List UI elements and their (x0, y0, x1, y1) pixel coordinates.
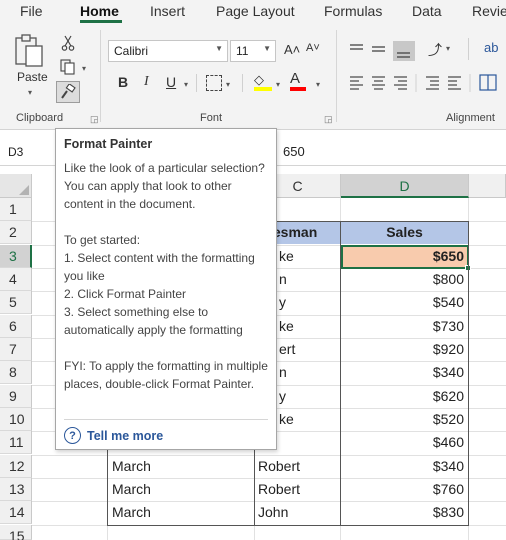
borders-dropdown-icon[interactable]: ▾ (226, 80, 230, 89)
help-icon: ? (64, 427, 81, 444)
tooltip-step-1: 1. Select content with the formatting yo… (64, 251, 255, 283)
name-box[interactable]: D3 (0, 140, 60, 166)
column-header-e[interactable] (469, 174, 506, 198)
row-header-9[interactable]: 9 (0, 385, 32, 408)
fill-dropdown-icon[interactable]: ▾ (276, 80, 280, 89)
row-header-6[interactable]: 6 (0, 315, 32, 338)
row-header-14[interactable]: 14 (0, 501, 32, 524)
row-header-12[interactable]: 12 (0, 455, 32, 478)
tab-page-layout[interactable]: Page Layout (216, 3, 295, 19)
wrap-text-icon[interactable]: ab (484, 40, 498, 55)
select-all-button[interactable] (0, 174, 32, 198)
paste-dropdown-icon[interactable]: ▾ (28, 88, 32, 97)
chevron-down-icon: ▼ (263, 44, 271, 53)
bold-button[interactable]: B (118, 74, 128, 90)
paste-label: Paste (17, 70, 48, 84)
alignment-group-label: Alignment (446, 112, 495, 124)
copy-icon (60, 59, 75, 75)
horizontal-align-buttons (348, 72, 506, 94)
font-color-swatch (290, 87, 306, 91)
font-color-dropdown-icon[interactable]: ▾ (316, 80, 320, 89)
fill-color-button[interactable]: ◇ (254, 72, 272, 92)
font-color-button[interactable]: A (290, 70, 306, 92)
vertical-align-buttons (348, 38, 418, 62)
row-header-3[interactable]: 3 (0, 245, 32, 268)
group-divider (100, 30, 101, 122)
italic-button[interactable]: I (144, 74, 149, 90)
tab-data[interactable]: Data (412, 3, 442, 19)
divider (242, 74, 243, 92)
ribbon-tabs: File Home Insert Page Layout Formulas Da… (0, 0, 506, 24)
font-launcher-icon[interactable]: ◲ (324, 114, 333, 125)
select-all-icon (19, 185, 29, 195)
cut-button[interactable] (58, 34, 78, 52)
table-inner-border (340, 221, 341, 526)
row-header-7[interactable]: 7 (0, 338, 32, 361)
underline-button[interactable]: U (166, 74, 176, 90)
grow-font-button[interactable]: A˄ (284, 42, 300, 57)
font-size-select[interactable]: 11 ▼ (230, 40, 276, 62)
paste-icon (15, 34, 43, 67)
row-header-1[interactable]: 1 (0, 198, 32, 221)
copy-dropdown-icon[interactable]: ▾ (82, 64, 86, 73)
tab-formulas[interactable]: Formulas (324, 3, 382, 19)
chevron-down-icon: ▼ (215, 44, 223, 53)
tooltip-intro: Like the look of a particular selection?… (64, 161, 265, 211)
row-header-5[interactable]: 5 (0, 291, 32, 314)
orientation-button[interactable]: ⤴ (428, 40, 442, 60)
active-tab-indicator (80, 20, 122, 23)
divider (468, 38, 469, 60)
fill-color-swatch (254, 87, 272, 91)
format-painter-button[interactable] (56, 81, 80, 103)
tab-home[interactable]: Home (80, 3, 119, 19)
font-size-value: 11 (236, 44, 249, 58)
scissors-icon (61, 35, 75, 51)
tooltip-step-2: 2. Click Format Painter (64, 287, 187, 301)
paint-bucket-icon: ◇ (254, 72, 264, 87)
shrink-font-button[interactable]: A˅ (306, 42, 320, 54)
row-header-15[interactable]: 15 (0, 525, 32, 540)
clipboard-group-label: Clipboard (16, 112, 64, 124)
row-header-13[interactable]: 13 (0, 478, 32, 501)
row-header-2[interactable]: 2 (0, 221, 32, 244)
font-group-label: Font (200, 112, 223, 124)
tooltip-step-3: 3. Select something else to automaticall… (64, 305, 243, 337)
orientation-dropdown-icon[interactable]: ▾ (446, 44, 450, 53)
tooltip-title: Format Painter (64, 137, 153, 151)
underline-dropdown-icon[interactable]: ▾ (184, 80, 188, 89)
tell-me-more-label: Tell me more (87, 428, 164, 443)
align-top-middle-bottom-icon (350, 41, 415, 61)
column-header-d[interactable]: D (341, 174, 469, 198)
ribbon: Paste ▾ ▾ Clipboard ◲ Calibri ▼ 11 ▼ A˄ … (0, 24, 506, 130)
align-left-center-right-icon (350, 74, 497, 92)
row-header-10[interactable]: 10 (0, 408, 32, 431)
font-color-icon: A (290, 70, 301, 87)
row-header-8[interactable]: 8 (0, 361, 32, 384)
formula-input[interactable]: 650 (283, 144, 305, 159)
tooltip-divider (64, 419, 268, 420)
group-divider (336, 30, 337, 122)
font-name-select[interactable]: Calibri ▼ (108, 40, 228, 62)
tab-file[interactable]: File (20, 3, 43, 19)
borders-icon[interactable] (206, 75, 222, 91)
divider (196, 74, 197, 92)
copy-button[interactable] (58, 58, 78, 76)
row-header-11[interactable]: 11 (0, 431, 32, 454)
format-painter-tooltip: Format Painter Like the look of a partic… (55, 128, 277, 450)
tab-insert[interactable]: Insert (150, 3, 185, 19)
row-header-4[interactable]: 4 (0, 268, 32, 291)
tooltip-started: To get started: (64, 233, 141, 247)
clipboard-launcher-icon[interactable]: ◲ (90, 114, 99, 125)
tell-me-more-link[interactable]: ? Tell me more (64, 427, 163, 444)
tooltip-fyi: FYI: To apply the formatting in multiple… (64, 359, 268, 391)
tab-review[interactable]: Revie (472, 3, 506, 19)
paintbrush-icon (61, 84, 76, 99)
font-name-value: Calibri (114, 44, 149, 58)
